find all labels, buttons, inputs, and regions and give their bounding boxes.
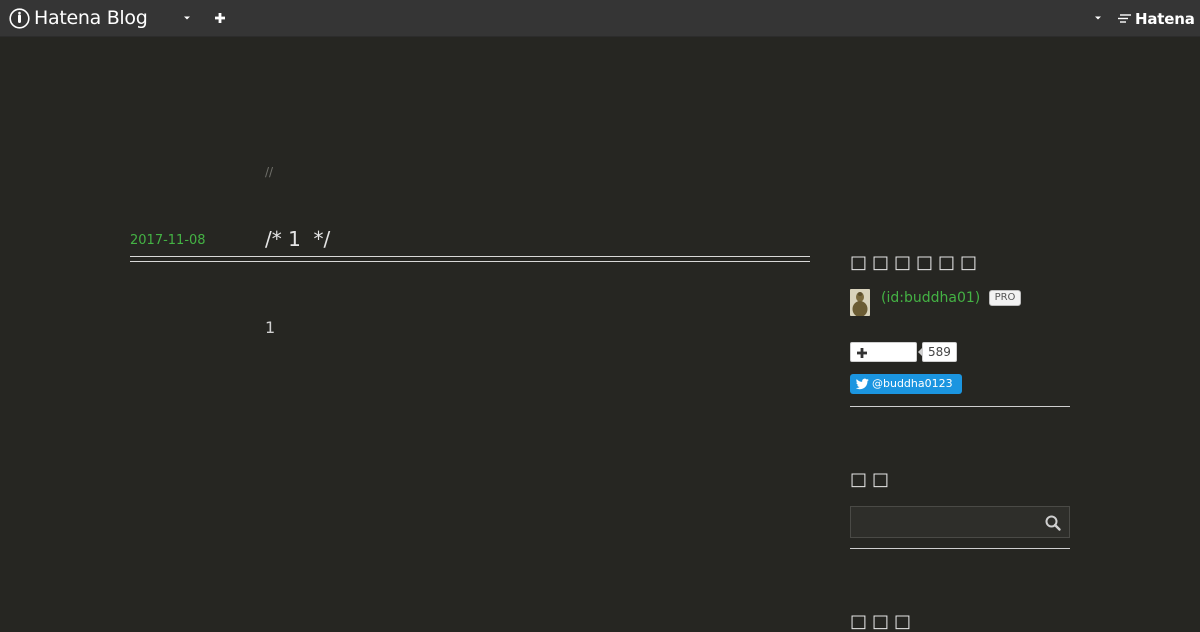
search-input[interactable] bbox=[851, 507, 1037, 537]
entry-body-text: 1 bbox=[265, 318, 276, 337]
global-header: Hatena Blog Hatena bbox=[0, 0, 1200, 37]
next-module-title: □□□ bbox=[850, 611, 917, 632]
hatena-logo-text: Hatena bbox=[1135, 10, 1195, 28]
search-module-title: □□ bbox=[850, 469, 895, 490]
buddha-avatar-icon bbox=[850, 289, 870, 316]
pro-badge[interactable]: PRO bbox=[989, 290, 1021, 306]
subscriber-count[interactable]: 589 bbox=[918, 342, 957, 362]
subscribe-button[interactable] bbox=[850, 342, 917, 362]
entry-title[interactable]: /* 1 */ bbox=[265, 227, 330, 251]
profile-module-title: □□□□□□ bbox=[850, 252, 983, 273]
hatena-blog-logo-icon bbox=[9, 7, 30, 29]
plus-icon bbox=[857, 348, 867, 358]
twitter-bird-icon bbox=[856, 378, 869, 390]
search-icon[interactable] bbox=[1044, 514, 1062, 532]
twitter-follow-label: @buddha0123 bbox=[872, 377, 953, 390]
search-module-divider bbox=[850, 548, 1070, 549]
chevron-down-icon[interactable] bbox=[179, 9, 197, 27]
breadcrumb: // bbox=[265, 165, 274, 179]
profile-avatar[interactable] bbox=[850, 289, 870, 316]
twitter-follow-button[interactable]: @buddha0123 bbox=[850, 374, 962, 394]
profile-module-divider bbox=[850, 406, 1070, 407]
profile-user-id-link[interactable]: (id:buddha01) bbox=[881, 290, 980, 306]
add-icon[interactable] bbox=[211, 9, 229, 27]
search-box bbox=[850, 506, 1070, 538]
user-menu-chevron-icon[interactable] bbox=[1091, 9, 1105, 27]
hatena-logo[interactable]: Hatena bbox=[1117, 8, 1195, 30]
hatena-blog-logo[interactable]: Hatena Blog bbox=[9, 7, 148, 29]
entry-title-divider bbox=[130, 256, 810, 262]
hatena-logo-icon bbox=[1118, 14, 1131, 23]
entry-date-link[interactable]: 2017-11-08 bbox=[130, 233, 206, 248]
hatena-blog-logo-text: Hatena Blog bbox=[34, 7, 148, 29]
